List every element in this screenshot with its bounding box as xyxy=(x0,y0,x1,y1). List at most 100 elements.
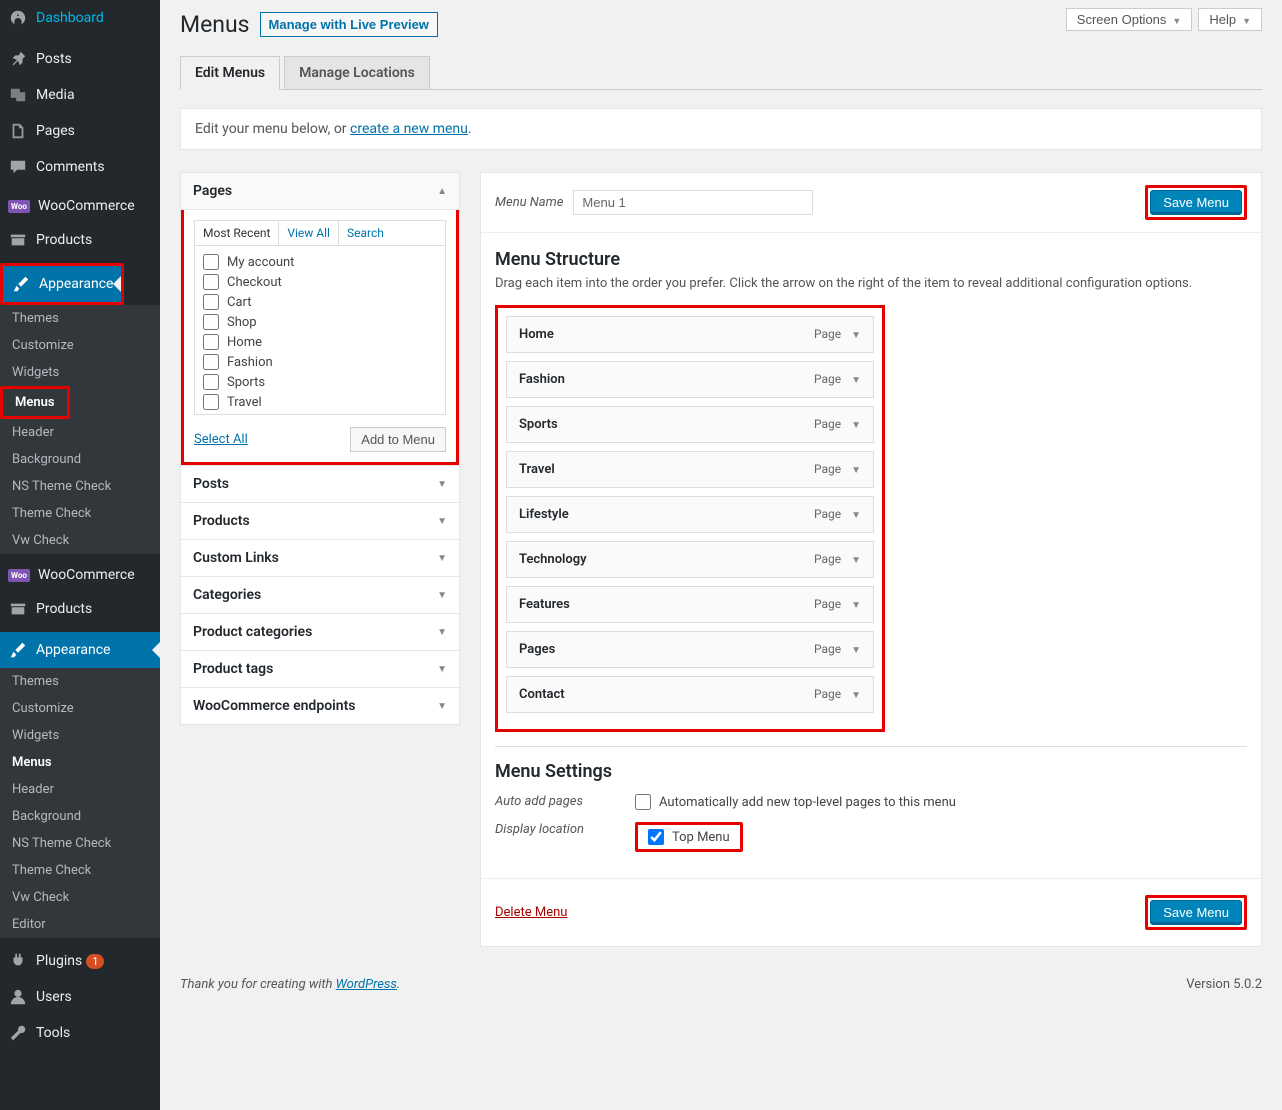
submenu2-ns-theme-check[interactable]: NS Theme Check xyxy=(0,830,160,857)
metabox-product-tags[interactable]: Product tags▼ xyxy=(180,650,460,688)
page-item-label: Travel xyxy=(227,395,262,410)
page-checkbox[interactable] xyxy=(203,254,219,270)
page-checkbox[interactable] xyxy=(203,294,219,310)
sidebar-item-comments[interactable]: Comments xyxy=(0,149,160,185)
sidebar-item-products-2[interactable]: Products xyxy=(0,591,160,627)
menu-item-fashion[interactable]: FashionPage▼ xyxy=(506,361,874,398)
sidebar-item-users[interactable]: Users xyxy=(0,979,160,1015)
top-menu-checkbox[interactable] xyxy=(648,829,664,845)
submenu2-menus[interactable]: Menus xyxy=(0,749,160,776)
metabox-products[interactable]: Products▼ xyxy=(180,502,460,540)
auto-add-pages-checkbox[interactable] xyxy=(635,794,651,810)
menu-item-lifestyle[interactable]: LifestylePage▼ xyxy=(506,496,874,533)
submenu2-theme-check[interactable]: Theme Check xyxy=(0,857,160,884)
select-all-link[interactable]: Select All xyxy=(194,432,248,447)
submenu-vw-check[interactable]: Vw Check xyxy=(0,527,160,554)
sidebar-item-media[interactable]: Media xyxy=(0,77,160,113)
menu-item-home[interactable]: HomePage▼ xyxy=(506,316,874,353)
display-location-label: Display location xyxy=(495,822,635,852)
metabox-posts[interactable]: Posts▼ xyxy=(180,465,460,503)
sidebar-item-woocommerce[interactable]: WooWooCommerce xyxy=(0,190,160,222)
sidebar-item-woocommerce-2[interactable]: WooWooCommerce xyxy=(0,559,160,591)
menu-name-input[interactable] xyxy=(573,190,813,215)
menu-editor: Menu Name Save Menu Menu Structure Drag … xyxy=(480,172,1262,947)
tab-manage-locations[interactable]: Manage Locations xyxy=(284,56,430,89)
screen-options-button[interactable]: Screen Options xyxy=(1066,8,1193,31)
menu-item-travel[interactable]: TravelPage▼ xyxy=(506,451,874,488)
chevron-down-icon: ▼ xyxy=(851,690,861,701)
subtab-view-all[interactable]: View All xyxy=(279,221,339,245)
help-button[interactable]: Help xyxy=(1198,8,1262,31)
page-checkbox[interactable] xyxy=(203,374,219,390)
pages-checklist[interactable]: My accountCheckoutCartShopHomeFashionSpo… xyxy=(194,245,446,415)
tab-edit-menus[interactable]: Edit Menus xyxy=(180,56,280,90)
caret-down-icon: ▼ xyxy=(437,516,447,527)
submenu-ns-theme-check[interactable]: NS Theme Check xyxy=(0,473,160,500)
menu-settings-title: Menu Settings xyxy=(495,761,1247,794)
subtab-search[interactable]: Search xyxy=(339,221,392,245)
menu-item-contact[interactable]: ContactPage▼ xyxy=(506,676,874,713)
sidebar-item-plugins[interactable]: Plugins1 xyxy=(0,943,160,979)
submenu-theme-check[interactable]: Theme Check xyxy=(0,500,160,527)
subtab-most-recent[interactable]: Most Recent xyxy=(195,221,279,245)
nav-tabs: Edit Menus Manage Locations xyxy=(180,56,1262,90)
auto-add-pages-label: Auto add pages xyxy=(495,794,635,810)
pages-metabox-toggle[interactable]: Pages ▲ xyxy=(181,173,459,210)
wordpress-link[interactable]: WordPress xyxy=(336,977,397,992)
submenu-header[interactable]: Header xyxy=(0,419,160,446)
woo-icon: Woo xyxy=(8,200,30,213)
sidebar-item-posts[interactable]: Posts xyxy=(0,41,160,77)
appearance-submenu: Themes Customize Widgets Menus Header Ba… xyxy=(0,305,160,554)
submenu-background[interactable]: Background xyxy=(0,446,160,473)
wrench-icon xyxy=(8,1023,28,1043)
submenu2-editor[interactable]: Editor xyxy=(0,911,160,938)
create-new-menu-link[interactable]: create a new menu xyxy=(350,121,468,137)
chevron-down-icon: ▼ xyxy=(851,645,861,656)
add-to-menu-button[interactable]: Add to Menu xyxy=(350,427,446,452)
menu-item-technology[interactable]: TechnologyPage▼ xyxy=(506,541,874,578)
metabox-woocommerce-endpoints[interactable]: WooCommerce endpoints▼ xyxy=(180,687,460,725)
metabox-product-categories[interactable]: Product categories▼ xyxy=(180,613,460,651)
sidebar-item-tools[interactable]: Tools xyxy=(0,1015,160,1051)
metabox-custom-links[interactable]: Custom Links▼ xyxy=(180,539,460,577)
submenu2-header[interactable]: Header xyxy=(0,776,160,803)
chevron-down-icon: ▼ xyxy=(851,600,861,611)
admin-sidebar: Dashboard Posts Media Pages Comments Woo… xyxy=(0,0,160,1110)
sidebar-item-appearance[interactable]: Appearance xyxy=(3,266,121,302)
menu-item-features[interactable]: FeaturesPage▼ xyxy=(506,586,874,623)
caret-up-icon: ▲ xyxy=(437,186,447,197)
submenu2-widgets[interactable]: Widgets xyxy=(0,722,160,749)
delete-menu-link[interactable]: Delete Menu xyxy=(495,905,567,920)
submenu-customize[interactable]: Customize xyxy=(0,332,160,359)
page-checkbox[interactable] xyxy=(203,354,219,370)
submenu2-customize[interactable]: Customize xyxy=(0,695,160,722)
woo-icon: Woo xyxy=(8,569,30,582)
brush-icon xyxy=(11,274,31,294)
save-menu-button-top[interactable]: Save Menu xyxy=(1150,190,1242,215)
submenu-widgets[interactable]: Widgets xyxy=(0,359,160,386)
chevron-down-icon: ▼ xyxy=(851,510,861,521)
submenu2-background[interactable]: Background xyxy=(0,803,160,830)
metabox-categories[interactable]: Categories▼ xyxy=(180,576,460,614)
submenu-menus[interactable]: Menus xyxy=(3,389,67,416)
manage-live-preview-button[interactable]: Manage with Live Preview xyxy=(260,12,438,37)
page-item-label: My account xyxy=(227,255,294,270)
media-icon xyxy=(8,85,28,105)
page-checkbox[interactable] xyxy=(203,274,219,290)
sidebar-item-dashboard[interactable]: Dashboard xyxy=(0,0,160,36)
menu-item-sports[interactable]: SportsPage▼ xyxy=(506,406,874,443)
pages-subtabs: Most Recent View All Search xyxy=(194,220,446,245)
submenu-themes[interactable]: Themes xyxy=(0,305,160,332)
sidebar-item-appearance-2[interactable]: Appearance xyxy=(0,632,160,668)
plug-icon xyxy=(8,951,28,971)
chevron-down-icon: ▼ xyxy=(851,375,861,386)
save-menu-button-bottom[interactable]: Save Menu xyxy=(1150,900,1242,925)
menu-item-pages[interactable]: PagesPage▼ xyxy=(506,631,874,668)
sidebar-item-pages[interactable]: Pages xyxy=(0,113,160,149)
page-checkbox[interactable] xyxy=(203,334,219,350)
page-checkbox[interactable] xyxy=(203,314,219,330)
submenu2-vw-check[interactable]: Vw Check xyxy=(0,884,160,911)
sidebar-item-products[interactable]: Products xyxy=(0,222,160,258)
page-checkbox[interactable] xyxy=(203,394,219,410)
submenu2-themes[interactable]: Themes xyxy=(0,668,160,695)
